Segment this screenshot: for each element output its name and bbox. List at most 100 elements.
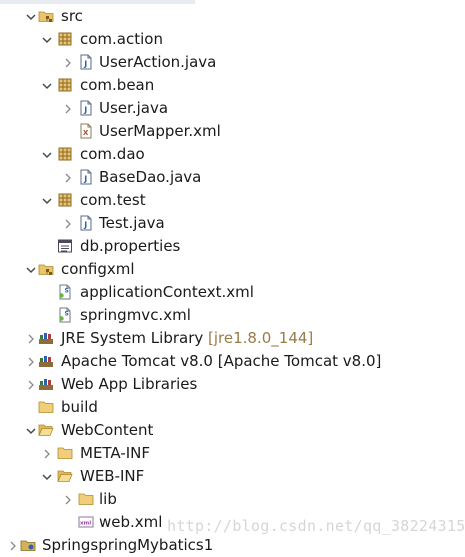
tree-item-lib-tomcat[interactable]: Apache Tomcat v8.0 [Apache Tomcat v8.0] — [0, 350, 465, 373]
tree-item-lib-webapp[interactable]: Web App Libraries — [0, 373, 465, 396]
tree-item-file-useraction[interactable]: J UserAction.java — [0, 51, 465, 74]
spring-xml-file-icon: S — [57, 284, 73, 300]
tree-item-folder-lib[interactable]: lib — [0, 488, 465, 511]
project-icon — [20, 537, 36, 553]
chevron-down-icon[interactable] — [25, 425, 37, 437]
chevron-down-icon[interactable] — [41, 34, 53, 46]
package-icon — [57, 192, 73, 208]
tree-item-label: META-INF — [80, 444, 151, 462]
library-icon — [38, 376, 54, 392]
tree-item-label: Web App Libraries — [61, 375, 198, 393]
package-icon — [57, 31, 73, 47]
chevron-right-icon[interactable] — [62, 218, 74, 230]
tree-item-label: User.java — [99, 99, 169, 117]
tree-item-label: build — [61, 398, 98, 416]
tree-item-file-db-properties[interactable]: db.properties — [0, 235, 465, 258]
tree-item-pkg-com-dao[interactable]: com.dao — [0, 143, 465, 166]
chevron-right-icon[interactable] — [62, 103, 74, 115]
tree-item-label: web.xml — [99, 513, 163, 531]
tree-item-file-basedao[interactable]: J BaseDao.java — [0, 166, 465, 189]
svg-text:S: S — [65, 311, 69, 318]
tree-item-file-usermapper[interactable]: X UserMapper.xml — [0, 120, 465, 143]
tree-item-label: WebContent — [61, 421, 154, 439]
chevron-down-icon[interactable] — [25, 11, 37, 23]
tree-item-label: lib — [99, 490, 117, 508]
chevron-down-icon[interactable] — [41, 149, 53, 161]
tree-item-label: SpringspringMybatics1 — [42, 536, 214, 554]
java-file-icon: J — [78, 169, 94, 185]
source-folder-icon — [38, 8, 54, 24]
tree-item-src[interactable]: src — [0, 5, 465, 28]
chevron-right-icon[interactable] — [7, 540, 19, 552]
package-icon — [57, 77, 73, 93]
chevron-down-icon[interactable] — [41, 471, 53, 483]
tree-item-label: Apache Tomcat v8.0 [Apache Tomcat v8.0] — [61, 352, 382, 370]
tree-item-label: UserAction.java — [99, 53, 217, 71]
tree-item-label: com.action — [80, 30, 163, 48]
tree-item-pkg-com-test[interactable]: com.test — [0, 189, 465, 212]
xml-file-icon: X — [78, 123, 94, 139]
tree-item-label: src — [61, 7, 83, 25]
tree-item-file-test[interactable]: J Test.java — [0, 212, 465, 235]
java-file-icon: J — [78, 100, 94, 116]
tree-item-label: applicationContext.xml — [80, 283, 254, 301]
tree-item-label: UserMapper.xml — [99, 122, 221, 140]
tree-item-lib-jre[interactable]: JRE System Library [jre1.8.0_144] — [0, 327, 465, 350]
properties-file-icon — [57, 238, 73, 254]
tree-item-configxml[interactable]: configxml — [0, 258, 465, 281]
tree-item-label: WEB-INF — [80, 467, 145, 485]
chevron-down-icon[interactable] — [25, 264, 37, 276]
tree-item-label: configxml — [61, 260, 135, 278]
chevron-right-icon[interactable] — [62, 57, 74, 69]
chevron-right-icon[interactable] — [62, 172, 74, 184]
library-icon — [38, 330, 54, 346]
svg-text:S: S — [65, 288, 69, 295]
tree-item-file-user[interactable]: J User.java — [0, 97, 465, 120]
tree-item-label: BaseDao.java — [99, 168, 202, 186]
watermark: http://blog.csdn.net/qq_38224315 — [167, 517, 465, 535]
chevron-right-icon[interactable] — [25, 356, 37, 368]
tree-item-label: com.bean — [80, 76, 155, 94]
tree-item-project-next[interactable]: SpringspringMybatics1 — [0, 534, 465, 557]
tree-item-file-springmvc[interactable]: Sspringmvc.xml — [0, 304, 465, 327]
svg-text:J: J — [83, 221, 87, 230]
svg-text:xml: xml — [80, 521, 91, 527]
folder-icon — [78, 491, 94, 507]
tree-item-folder-build[interactable]: build — [0, 396, 465, 419]
java-file-icon: J — [78, 215, 94, 231]
svg-text:J: J — [83, 60, 87, 69]
tree-item-pkg-com-action[interactable]: com.action — [0, 28, 465, 51]
web-xml-file-icon: xml — [78, 514, 94, 530]
tree-item-label: Test.java — [99, 214, 165, 232]
svg-text:X: X — [83, 129, 89, 137]
project-explorer-tree: src com.action J UserAction.java com.bean J Us… — [0, 0, 465, 554]
chevron-right-icon[interactable] — [25, 333, 37, 345]
tree-item-label: springmvc.xml — [80, 306, 191, 324]
tree-item-pkg-com-bean[interactable]: com.bean — [0, 74, 465, 97]
tree-item-folder-meta-inf[interactable]: META-INF — [0, 442, 465, 465]
tree-item-label: JRE System Library [jre1.8.0_144] — [61, 329, 314, 347]
package-icon — [57, 146, 73, 162]
library-icon — [38, 353, 54, 369]
chevron-right-icon[interactable] — [62, 494, 74, 506]
chevron-down-icon[interactable] — [41, 80, 53, 92]
tree-item-label: com.test — [80, 191, 146, 209]
tree-item-folder-webcontent[interactable]: WebContent — [0, 419, 465, 442]
tree-item-label: db.properties — [80, 237, 181, 255]
tree-item-label: com.dao — [80, 145, 145, 163]
chevron-right-icon[interactable] — [41, 448, 53, 460]
spring-xml-file-icon: S — [57, 307, 73, 323]
svg-text:J: J — [83, 175, 87, 184]
tree-item-folder-web-inf[interactable]: WEB-INF — [0, 465, 465, 488]
source-folder-icon — [38, 261, 54, 277]
chevron-down-icon[interactable] — [41, 195, 53, 207]
tree-item-decoration: [jre1.8.0_144] — [203, 329, 314, 347]
tree-item-file-appcontext[interactable]: SapplicationContext.xml — [0, 281, 465, 304]
svg-text:J: J — [83, 106, 87, 115]
folder-icon — [38, 399, 54, 415]
open-folder-icon — [38, 422, 54, 438]
folder-icon — [57, 445, 73, 461]
open-folder-icon — [57, 468, 73, 484]
chevron-right-icon[interactable] — [25, 379, 37, 391]
java-file-icon: J — [78, 54, 94, 70]
